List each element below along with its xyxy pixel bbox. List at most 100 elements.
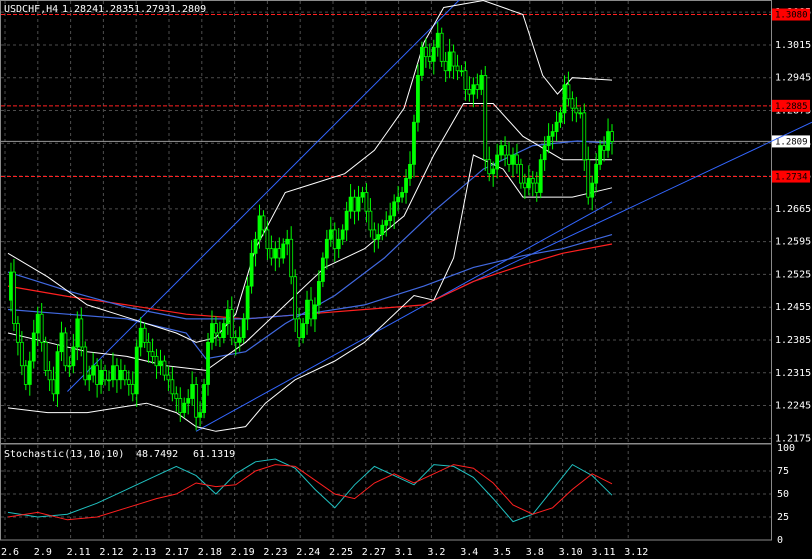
candle-body[interactable]	[146, 341, 151, 353]
candle-body[interactable]	[293, 276, 298, 320]
candle-body[interactable]	[384, 220, 389, 226]
candle-body[interactable]	[162, 360, 167, 376]
candle-body[interactable]	[471, 84, 476, 95]
candle-body[interactable]	[570, 98, 575, 109]
candle-body[interactable]	[122, 370, 127, 381]
candle-body[interactable]	[332, 229, 337, 250]
candle-body[interactable]	[364, 192, 369, 212]
candle-body[interactable]	[210, 323, 214, 343]
candle-body[interactable]	[368, 210, 373, 231]
candle-body[interactable]	[79, 318, 84, 348]
candle-body[interactable]	[459, 70, 464, 73]
candle-body[interactable]	[340, 229, 345, 240]
candle-body[interactable]	[598, 145, 603, 165]
candle-body[interactable]	[142, 327, 147, 343]
candle-body[interactable]	[380, 224, 385, 236]
candle-body[interactable]	[400, 192, 404, 198]
candle-body[interactable]	[107, 379, 111, 382]
candle-body[interactable]	[182, 402, 187, 413]
candle-body[interactable]	[91, 365, 96, 376]
candle-body[interactable]	[602, 145, 606, 151]
candle-body[interactable]	[439, 32, 444, 62]
candle-body[interactable]	[241, 318, 246, 339]
candle-body[interactable]	[12, 271, 16, 324]
candle-body[interactable]	[423, 46, 428, 58]
candle-body[interactable]	[206, 341, 210, 385]
candle-body[interactable]	[47, 370, 52, 381]
candle-body[interactable]	[198, 412, 202, 418]
candle-body[interactable]	[9, 271, 13, 301]
candle-body[interactable]	[566, 84, 571, 100]
candle-body[interactable]	[594, 163, 599, 184]
candle-body[interactable]	[87, 374, 92, 381]
candle-body[interactable]	[150, 351, 155, 357]
price-chart[interactable]: 1.21751.22451.23151.23851.24551.25251.25…	[0, 0, 812, 559]
candle-body[interactable]	[285, 238, 290, 245]
candle-body[interactable]	[546, 135, 551, 147]
candle-body[interactable]	[507, 154, 511, 165]
candle-body[interactable]	[336, 238, 341, 250]
candle-body[interactable]	[324, 238, 329, 259]
candle-body[interactable]	[301, 323, 305, 339]
candle-body[interactable]	[55, 351, 60, 395]
candle-body[interactable]	[451, 51, 456, 67]
candle-body[interactable]	[95, 365, 100, 385]
candle-body[interactable]	[495, 154, 500, 170]
candle-body[interactable]	[352, 196, 357, 212]
candle-body[interactable]	[214, 323, 218, 334]
candle-body[interactable]	[305, 299, 309, 324]
candle-body[interactable]	[75, 318, 80, 348]
candle-body[interactable]	[463, 70, 468, 90]
candle-body[interactable]	[83, 346, 88, 381]
candle-body[interactable]	[475, 84, 480, 90]
candle-body[interactable]	[297, 318, 302, 339]
candle-body[interactable]	[233, 337, 238, 343]
candle-body[interactable]	[479, 74, 484, 90]
candle-body[interactable]	[67, 365, 72, 368]
candle-body[interactable]	[23, 365, 28, 385]
candle-body[interactable]	[538, 159, 543, 193]
candle-body[interactable]	[265, 229, 270, 250]
candle-body[interactable]	[562, 84, 567, 114]
candle-body[interactable]	[483, 74, 488, 161]
candle-body[interactable]	[118, 370, 123, 381]
candle-body[interactable]	[269, 248, 274, 259]
candle-body[interactable]	[217, 332, 222, 339]
candle-body[interactable]	[202, 384, 206, 413]
candle-body[interactable]	[590, 182, 595, 198]
candle-body[interactable]	[221, 323, 226, 339]
candle-body[interactable]	[427, 56, 432, 62]
candle-body[interactable]	[178, 398, 183, 413]
candle-body[interactable]	[59, 332, 64, 353]
candle-body[interactable]	[519, 163, 523, 184]
candle-body[interactable]	[134, 346, 139, 395]
candle-body[interactable]	[313, 304, 317, 320]
candle-body[interactable]	[245, 285, 250, 320]
candle-body[interactable]	[138, 327, 143, 348]
candle-body[interactable]	[467, 89, 472, 95]
candle-body[interactable]	[126, 379, 131, 385]
candle-body[interactable]	[582, 112, 587, 161]
candle-body[interactable]	[530, 178, 535, 184]
candle-body[interactable]	[503, 145, 507, 156]
candle-body[interactable]	[19, 341, 24, 367]
candle-body[interactable]	[419, 46, 424, 76]
candle-body[interactable]	[360, 192, 365, 198]
candle-body[interactable]	[606, 131, 610, 151]
candle-body[interactable]	[31, 332, 36, 362]
candle-body[interactable]	[431, 46, 436, 62]
candle-body[interactable]	[515, 154, 519, 165]
candle-body[interactable]	[578, 112, 583, 115]
candle-body[interactable]	[39, 313, 44, 343]
candle-body[interactable]	[317, 281, 321, 306]
candle-body[interactable]	[35, 313, 40, 334]
candle-body[interactable]	[396, 196, 401, 203]
candle-body[interactable]	[455, 65, 460, 72]
candle-body[interactable]	[130, 384, 135, 395]
candle-body[interactable]	[277, 248, 282, 259]
candle-body[interactable]	[376, 234, 381, 240]
candle-body[interactable]	[186, 398, 191, 404]
candle-body[interactable]	[170, 379, 175, 395]
candle-body[interactable]	[554, 121, 559, 132]
candle-body[interactable]	[348, 196, 353, 212]
